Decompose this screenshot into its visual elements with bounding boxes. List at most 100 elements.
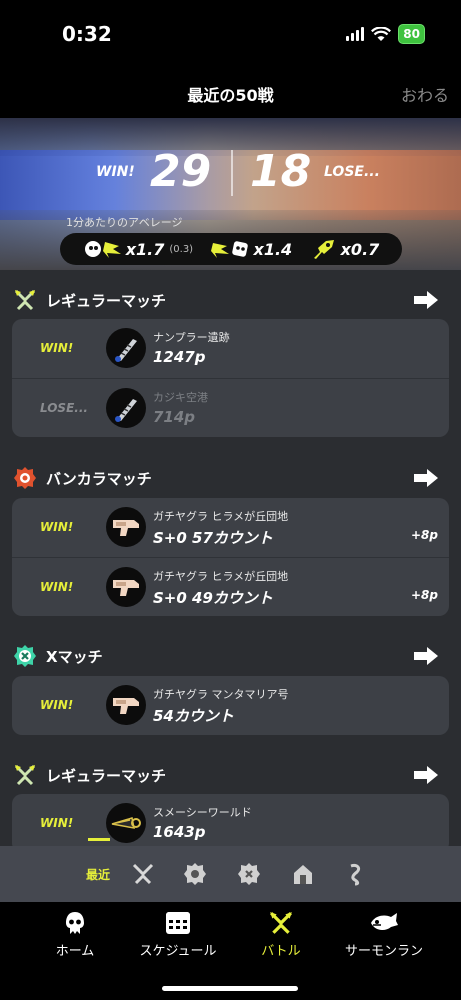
section-title: レギュラーマッチ	[46, 292, 167, 310]
home-indicator	[162, 986, 298, 991]
lose-count: 18	[250, 146, 312, 197]
average-stats: x1.7 (0.3) x1.4 x0.7	[60, 233, 402, 265]
special-value: x0.7	[340, 239, 380, 259]
salmon-icon	[334, 910, 434, 936]
drill-weapon-icon	[106, 388, 146, 428]
result-label: WIN!	[40, 580, 74, 594]
battle-row[interactable]: WIN! ガチヤグラ マンタマリア号 54カウント	[12, 676, 449, 735]
section-header-regular: レギュラーマッチ	[0, 755, 461, 795]
page-title: 最近の50戦	[187, 86, 274, 105]
section-title: レギュラーマッチ	[46, 767, 167, 785]
result-label: WIN!	[40, 816, 74, 830]
wifi-icon	[371, 26, 392, 41]
section-header-bankara: バンカラマッチ	[0, 458, 461, 498]
arrow-right-icon[interactable]	[413, 290, 439, 310]
battle-card-regular: WIN! スメーシーワールド 1643p	[12, 794, 449, 846]
filter-xmatch-icon[interactable]	[236, 862, 262, 886]
tab-schedule[interactable]: スケジュール	[128, 910, 228, 959]
signal-icon	[346, 27, 365, 41]
section-title: バンカラマッチ	[46, 470, 152, 488]
blaster-weapon-icon	[106, 567, 146, 607]
win-count: 29	[150, 146, 212, 197]
section-header-xmatch: Xマッチ	[0, 636, 461, 676]
stage-name: ガチヤグラ ヒラメが丘団地	[153, 510, 289, 523]
point-delta: +8p	[411, 588, 438, 602]
battle-row[interactable]: WIN! ガチヤグラ ヒラメが丘団地 S+0 49カウント +8p	[12, 557, 449, 616]
battle-row[interactable]: LOSE... カジキ空港 714p	[12, 378, 449, 437]
battery-indicator: 80	[398, 24, 425, 44]
stage-name: ガチヤグラ ヒラメが丘団地	[153, 570, 289, 583]
tab-label: バトル	[261, 944, 301, 959]
result-label: WIN!	[40, 341, 74, 355]
battle-row[interactable]: WIN! スメーシーワールド 1643p	[12, 794, 449, 846]
battle-card-xmatch: WIN! ガチヤグラ マンタマリア号 54カウント	[12, 676, 449, 735]
special-weapon-icon	[313, 240, 334, 259]
arrow-right-icon[interactable]	[413, 765, 439, 785]
battle-card-bankara: WIN! ガチヤグラ ヒラメが丘団地 S+0 57カウント +8p WIN! ガ…	[12, 498, 449, 616]
assist-value: (0.3)	[169, 243, 194, 255]
drill-weapon-icon	[106, 328, 146, 368]
result-label: WIN!	[40, 698, 74, 712]
filter-recent[interactable]: 最近	[86, 866, 110, 883]
x-match-icon	[12, 644, 38, 668]
section-title: Xマッチ	[46, 648, 103, 666]
status-bar: 0:32 80	[0, 0, 461, 68]
status-icons: 80	[346, 24, 425, 44]
kill-value: x1.7	[125, 239, 165, 259]
tab-label: ホーム	[55, 944, 95, 959]
result-label: WIN!	[40, 520, 74, 534]
battle-detail: S+0 49カウント	[153, 589, 273, 607]
filter-active-indicator	[88, 838, 110, 841]
stage-name: カジキ空港	[153, 391, 208, 404]
stage-name: スメーシーワールド	[153, 806, 252, 819]
battle-detail: 1643p	[153, 823, 206, 841]
summary-banner: WIN! 29 18 LOSE... 1分あたりのアベレージ x1.7 (0.3…	[0, 118, 461, 270]
status-time: 0:32	[62, 22, 112, 46]
point-delta: +8p	[411, 528, 438, 542]
win-lose-score: WIN! 29 18 LOSE...	[0, 146, 461, 206]
nav-header: 最近の50戦 おわる	[0, 68, 461, 118]
crossed-weapons-icon	[231, 910, 331, 936]
battle-detail: 714p	[153, 408, 196, 426]
filter-bar: 最近	[0, 838, 461, 902]
lose-label: LOSE...	[324, 164, 380, 180]
bankara-match-icon	[12, 466, 38, 490]
score-divider	[231, 150, 233, 196]
filter-private-icon[interactable]	[290, 862, 316, 886]
kill-icon	[84, 241, 121, 258]
battle-list[interactable]: レギュラーマッチ WIN! ナンプラー遺跡 1247p LOSE... カジキ空…	[0, 270, 461, 846]
regular-match-icon	[12, 763, 38, 787]
regular-match-icon	[12, 288, 38, 312]
brella-weapon-icon	[106, 803, 146, 843]
calendar-icon	[128, 910, 228, 936]
tab-home[interactable]: ホーム	[25, 910, 125, 959]
battle-row[interactable]: WIN! ナンプラー遺跡 1247p	[12, 319, 449, 378]
squid-icon	[25, 910, 125, 936]
blaster-weapon-icon	[106, 685, 146, 725]
battle-detail: 1247p	[153, 348, 206, 366]
special-stat: x0.7	[310, 238, 380, 260]
close-button[interactable]: おわる	[401, 82, 449, 106]
filter-regular-icon[interactable]	[130, 862, 156, 886]
arrow-right-icon[interactable]	[413, 646, 439, 666]
death-icon	[210, 241, 248, 258]
result-label: LOSE...	[40, 401, 88, 415]
death-value: x1.4	[253, 239, 293, 259]
filter-bankara-icon[interactable]	[182, 862, 208, 886]
death-stat: x1.4	[210, 238, 293, 260]
tab-battle[interactable]: バトル	[231, 910, 331, 959]
kill-stat: x1.7 (0.3)	[83, 238, 193, 260]
filter-league-icon[interactable]	[342, 862, 368, 886]
battle-row[interactable]: WIN! ガチヤグラ ヒラメが丘団地 S+0 57カウント +8p	[12, 498, 449, 557]
win-label: WIN!	[96, 164, 135, 180]
average-label: 1分あたりのアベレージ	[66, 216, 183, 229]
blaster-weapon-icon	[106, 507, 146, 547]
tab-label: サーモンラン	[344, 944, 423, 959]
battle-card-regular: WIN! ナンプラー遺跡 1247p LOSE... カジキ空港 714p	[12, 319, 449, 437]
section-header-regular: レギュラーマッチ	[0, 280, 461, 320]
tab-salmon-run[interactable]: サーモンラン	[334, 910, 434, 959]
stage-name: ガチヤグラ マンタマリア号	[153, 688, 289, 701]
arrow-right-icon[interactable]	[413, 468, 439, 488]
battle-detail: 54カウント	[153, 707, 234, 725]
battle-detail: S+0 57カウント	[153, 529, 273, 547]
